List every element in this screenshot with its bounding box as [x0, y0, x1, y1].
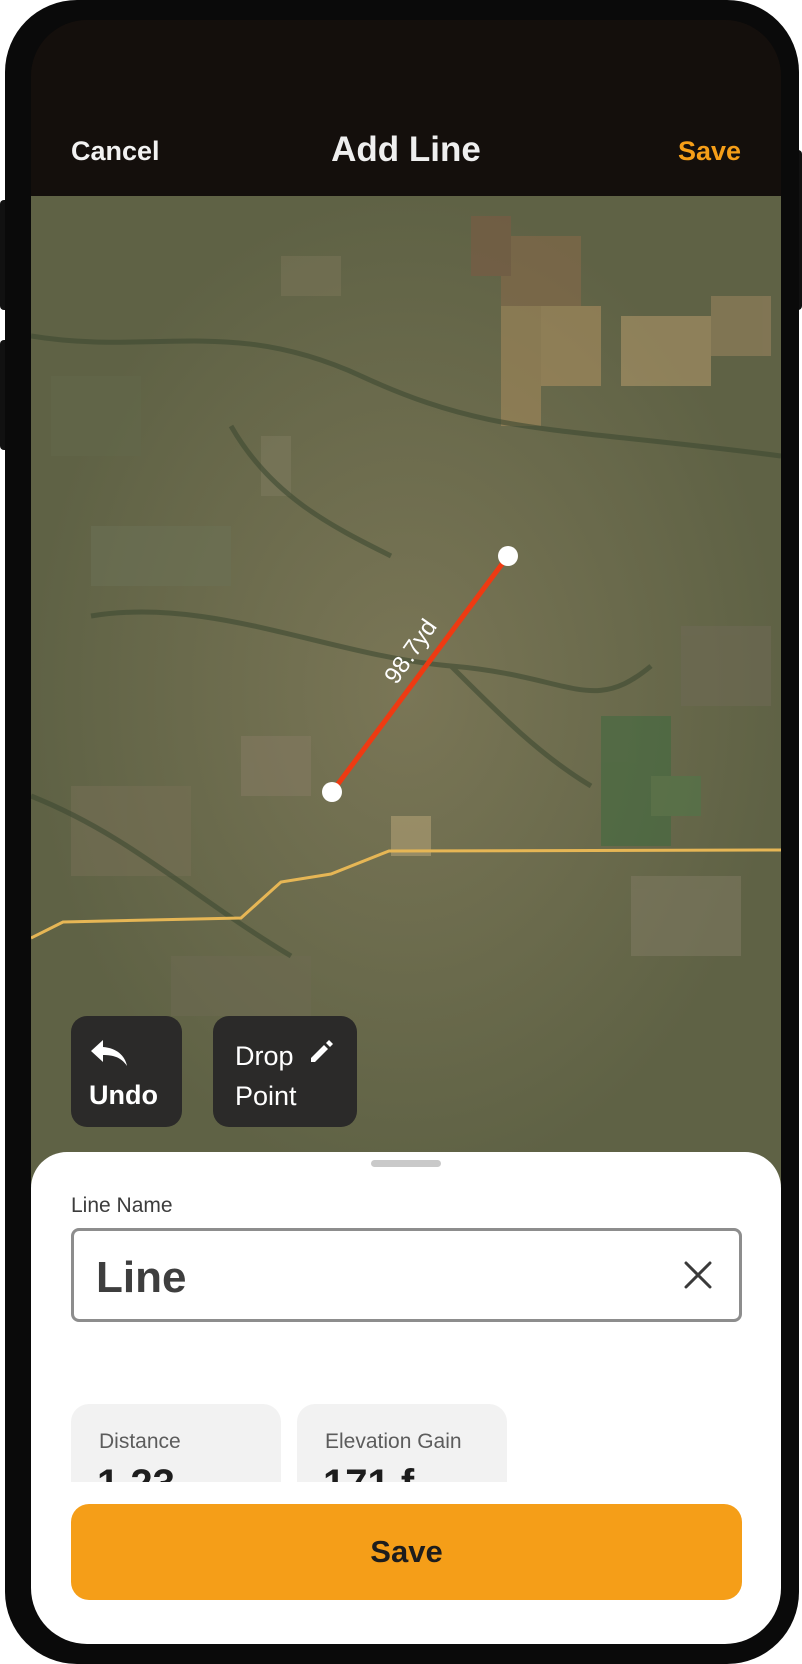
satellite-map[interactable]: 98.7yd Undo Drop Point: [31, 196, 781, 1186]
line-name-value[interactable]: Line: [96, 1253, 186, 1303]
drop-point-label: Drop Point: [235, 1036, 297, 1116]
header-save-button[interactable]: Save: [678, 136, 741, 167]
drop-point-button[interactable]: Drop Point: [213, 1016, 357, 1127]
elevation-gain-value: 171 f: [323, 1462, 414, 1482]
distance-value: 1.23: [97, 1462, 175, 1482]
line-endpoint-start[interactable]: [498, 546, 518, 566]
drop-point-label-line1: Drop: [235, 1041, 294, 1071]
save-button[interactable]: Save: [71, 1504, 742, 1600]
line-name-input[interactable]: Line: [71, 1228, 742, 1322]
phone-frame: Cancel Add Line Save 98.7yd Undo Drop Po…: [5, 0, 799, 1664]
line-endpoint-end[interactable]: [322, 782, 342, 802]
elevation-gain-title: Elevation Gain: [325, 1430, 462, 1453]
undo-button[interactable]: Undo: [71, 1016, 182, 1127]
pencil-icon: [311, 1040, 333, 1062]
stats-row: Distance 1.23 Elevation Gain 171 f: [71, 1404, 751, 1482]
navigation-header: Cancel Add Line Save: [31, 20, 781, 196]
undo-arrow-icon: [91, 1040, 127, 1066]
sheet-grabber[interactable]: [371, 1160, 441, 1167]
page-title: Add Line: [331, 130, 481, 169]
clear-icon[interactable]: [681, 1258, 715, 1292]
drop-point-label-line2: Point: [235, 1081, 297, 1111]
elevation-gain-card: Elevation Gain 171 f: [297, 1404, 507, 1482]
app-screen: Cancel Add Line Save 98.7yd Undo Drop Po…: [31, 20, 781, 1644]
line-name-label: Line Name: [71, 1194, 173, 1217]
line-details-sheet: Line Name Line Distance 1.23 Elevation G…: [31, 1152, 781, 1644]
undo-label: Undo: [89, 1080, 158, 1110]
distance-title: Distance: [99, 1430, 181, 1453]
distance-card: Distance 1.23: [71, 1404, 281, 1482]
